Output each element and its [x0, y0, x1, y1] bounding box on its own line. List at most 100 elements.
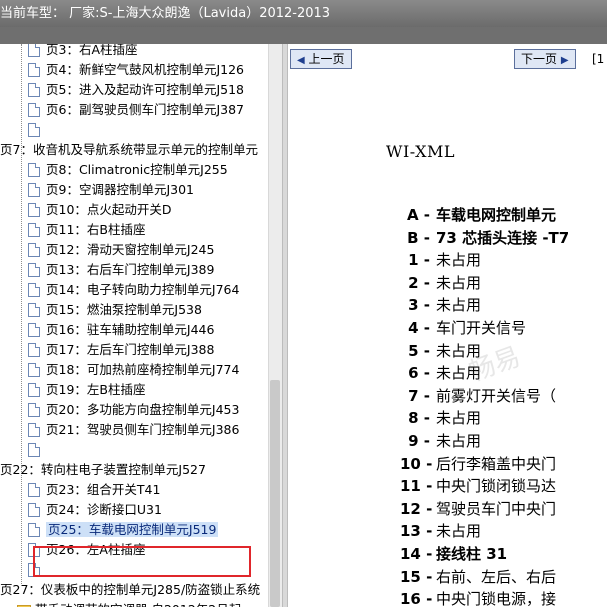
pin-number: 5 -: [408, 342, 430, 360]
tree-item[interactable]: 页21：驾驶员侧车门控制单元J386: [28, 420, 239, 440]
pin-number: 10 -: [400, 455, 433, 473]
pin-description: 未占用: [436, 296, 482, 314]
document-icon: [28, 323, 40, 337]
pin-line: 7 - 前雾灯开关信号（: [400, 385, 556, 407]
current-model-label: 当前车型： 厂家:S-上海大众朗逸（Lavida）2012-2013: [0, 6, 331, 21]
document-icon: [28, 423, 40, 437]
document-icon: [28, 243, 40, 257]
pin-number: 4 -: [408, 319, 430, 337]
tree-item-label: 页17：左后车门控制单元J388: [46, 342, 215, 357]
tree-item-label: 带手动调节的空调器,自2012年2月起: [35, 602, 241, 607]
document-icon: [28, 263, 40, 277]
pin-description: 车门开关信号: [436, 319, 527, 337]
pin-line: 4 - 车门开关信号: [400, 317, 526, 339]
navigation-tree[interactable]: 页3：右A柱插座页4：新鲜空气鼓风机控制单元J126 页5：进入及起动许可控制单元…: [0, 44, 282, 607]
tree-item[interactable]: 页23：组合开关T41: [28, 480, 160, 500]
document-icon: [28, 363, 40, 377]
tree-item[interactable]: 页5：进入及起动许可控制单元J518: [28, 80, 244, 100]
tree-item[interactable]: 页16：驻车辅助控制单元J446: [28, 320, 214, 340]
tree-item[interactable]: [28, 120, 46, 140]
tree-item[interactable]: 页8：Climatronic控制单元J255: [28, 160, 228, 180]
pin-line: 1 - 未占用: [400, 249, 481, 271]
tree-item[interactable]: 页6：副驾驶员侧车门控制单元J387: [28, 100, 244, 120]
pin-number: B -: [407, 229, 430, 247]
document-icon: [28, 103, 40, 117]
left-arrow-icon: ◀: [297, 55, 305, 66]
tree-item-label: 页5：进入及起动许可控制单元J518: [46, 82, 244, 97]
document-pane: ◀ 上一页 下一页 ▶ [1 WI-XML A - 车载电网控制单元 B - 73 芯…: [288, 44, 607, 607]
pin-line: 6 - 未占用: [400, 362, 481, 384]
pin-number: 15 -: [400, 568, 433, 586]
tree-item[interactable]: 页3：右A柱插座: [28, 44, 138, 60]
tree-item[interactable]: [28, 440, 46, 460]
document-icon: [28, 503, 40, 517]
tree-item[interactable]: 页20：多功能方向盘控制单元J453: [28, 400, 239, 420]
tree-item[interactable]: 页13：右后车门控制单元J389: [28, 260, 214, 280]
document-icon: [28, 403, 40, 417]
pin-description: 73 芯插头连接 -T7: [436, 229, 570, 247]
tree-group-item[interactable]: 页22：转向柱电子装置控制单元J527: [0, 460, 206, 480]
tree-item-label: 页22：转向柱电子装置控制单元J527: [0, 462, 206, 477]
pin-number: 9 -: [408, 432, 430, 450]
pin-line: 16 - 中央门锁电源，接: [400, 588, 556, 607]
document-icon: [28, 223, 40, 237]
document-icon: [28, 303, 40, 317]
tree-item[interactable]: 页19：左B柱插座: [28, 380, 145, 400]
pin-number: 11 -: [400, 477, 433, 495]
tree-item[interactable]: 页24：诊断接口U31: [28, 500, 162, 520]
pin-number: 1 -: [408, 251, 430, 269]
tree-item-label: 页7：收音机及导航系统带显示单元的控制单元: [0, 142, 258, 157]
pin-description: 车载电网控制单元: [436, 206, 557, 224]
pin-description: 中央门锁电源，接: [436, 590, 557, 607]
previous-page-button[interactable]: ◀ 上一页: [290, 49, 352, 69]
pin-description: 未占用: [436, 251, 482, 269]
pin-number: 13 -: [400, 522, 433, 540]
tree-item-label: 页8：Climatronic控制单元J255: [46, 162, 228, 177]
document-icon: [28, 343, 40, 357]
tree-item[interactable]: 页11：右B柱插座: [28, 220, 145, 240]
pin-line: 9 - 未占用: [400, 430, 481, 452]
tree-item[interactable]: 页12：滑动天窗控制单元J245: [28, 240, 214, 260]
pin-description: 后行李箱盖中央门: [436, 455, 557, 473]
document-icon: [28, 483, 40, 497]
tree-item-label: 页3：右A柱插座: [46, 44, 138, 57]
document-icon: [28, 203, 40, 217]
pin-description: 接线柱 31: [436, 545, 508, 563]
tree-item[interactable]: 页4：新鲜空气鼓风机控制单元J126: [28, 60, 244, 80]
tree-item[interactable]: 页18：可加热前座椅控制单元J774: [28, 360, 239, 380]
pin-line: A - 车载电网控制单元: [400, 204, 556, 226]
tree-item-label: 页20：多功能方向盘控制单元J453: [46, 402, 240, 417]
tree-item-label: 页21：驾驶员侧车门控制单元J386: [46, 422, 240, 437]
pin-number: A -: [406, 206, 430, 224]
tree-item[interactable]: 页17：左后车门控制单元J388: [28, 340, 214, 360]
tree-group-item[interactable]: 页7：收音机及导航系统带显示单元的控制单元: [0, 140, 258, 160]
tree-item-selected[interactable]: 页25：车载电网控制单元J519: [28, 520, 219, 540]
tree-item-label: 页14：电子转向助力控制单元J764: [46, 282, 240, 297]
tree-item[interactable]: 页14：电子转向助力控制单元J764: [28, 280, 239, 300]
tree-item[interactable]: 页10：点火起动开关D: [28, 200, 172, 220]
document-icon: [28, 63, 40, 77]
pin-line: 10 - 后行李箱盖中央门: [400, 453, 556, 475]
pin-description: 未占用: [436, 342, 482, 360]
tree-scrollbar-thumb[interactable]: [270, 380, 280, 607]
pin-line: 8 - 未占用: [400, 407, 481, 429]
tree-item-label: 页4：新鲜空气鼓风机控制单元J126: [46, 62, 244, 77]
tree-item-label: 页23：组合开关T41: [46, 482, 161, 497]
tree-group-item[interactable]: 页27：仪表板中的控制单元J285/防盗锁止系统: [0, 580, 260, 600]
tree-guide-line: [21, 44, 22, 584]
previous-page-label: 上一页: [308, 52, 345, 66]
next-page-label: 下一页: [521, 52, 558, 66]
pin-number: 16 -: [400, 590, 433, 607]
next-page-button[interactable]: 下一页 ▶: [514, 49, 576, 69]
document-icon: [28, 383, 40, 397]
pin-number: 7 -: [408, 387, 430, 405]
document-icon: [28, 123, 40, 137]
tree-item[interactable]: 页15：燃油泵控制单元J538: [28, 300, 202, 320]
tree-item-label: 页18：可加热前座椅控制单元J774: [46, 362, 240, 377]
tree-item-label: 页27：仪表板中的控制单元J285/防盗锁止系统: [0, 582, 261, 597]
tree-item[interactable]: 页9：空调器控制单元J301: [28, 180, 194, 200]
pin-number: 14 -: [400, 545, 433, 563]
tree-item[interactable]: +带手动调节的空调器,自2012年2月起: [4, 600, 241, 607]
highlight-box: [33, 546, 251, 577]
tree-item-label: 页16：驻车辅助控制单元J446: [46, 322, 215, 337]
